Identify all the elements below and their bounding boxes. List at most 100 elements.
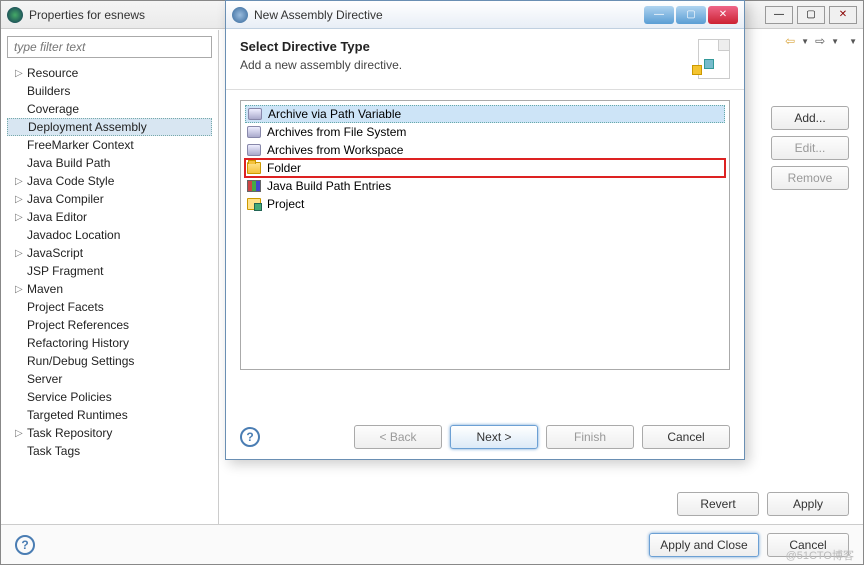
dialog-maximize-button[interactable]: ▢ [676,6,706,24]
directive-label: Folder [267,161,301,175]
tree-item-service-policies[interactable]: ▷Service Policies [7,388,212,406]
tree-item-label: Java Compiler [27,192,104,206]
tree-item-label: Builders [27,84,70,98]
close-button[interactable]: ✕ [829,6,857,24]
expand-arrow-icon: ▷ [15,284,27,295]
directive-archives-from-file-system[interactable]: Archives from File System [245,123,725,141]
eclipse-icon [232,7,248,23]
edit-button: Edit... [771,136,849,160]
expand-arrow-icon: ▷ [15,248,27,259]
directive-label: Archive via Path Variable [268,107,401,121]
expand-arrow-icon: ▷ [15,194,27,205]
dialog-close-button[interactable]: ✕ [708,6,738,24]
main-footer: ? Apply and Close Cancel [1,524,863,564]
apply-button[interactable]: Apply [767,492,849,516]
nav-arrows: ⇦▼ ⇨▼ ▼ [785,34,857,48]
left-panel: ▷Resource▷Builders▷Coverage▷Deployment A… [1,30,219,524]
tree-item-resource[interactable]: ▷Resource [7,64,212,82]
tree-item-run-debug-settings[interactable]: ▷Run/Debug Settings [7,352,212,370]
new-assembly-directive-dialog: New Assembly Directive — ▢ ✕ Select Dire… [225,0,745,460]
tree-item-jsp-fragment[interactable]: ▷JSP Fragment [7,262,212,280]
tree-item-label: Refactoring History [27,336,129,350]
tree-item-freemarker-context[interactable]: ▷FreeMarker Context [7,136,212,154]
tree-item-label: Java Build Path [27,156,110,170]
tree-item-label: Javadoc Location [27,228,120,242]
watermark: @51CTO博客 [786,547,854,563]
tree-item-label: Coverage [27,102,79,116]
jar-icon [247,144,261,156]
filter-input[interactable] [7,36,212,58]
tree-item-project-facets[interactable]: ▷Project Facets [7,298,212,316]
directive-type-list[interactable]: Archive via Path Variable Archives from F… [240,100,730,370]
tree-item-label: Maven [27,282,63,296]
jar-icon [247,126,261,138]
nav-back-icon[interactable]: ⇦ [785,34,795,48]
nav-menu-icon[interactable]: ▼ [849,37,857,46]
tree-item-server[interactable]: ▷Server [7,370,212,388]
tree-item-task-tags[interactable]: ▷Task Tags [7,442,212,460]
next-button[interactable]: Next > [450,425,538,449]
directive-folder[interactable]: Folder [245,159,725,177]
maximize-button[interactable]: ▢ [797,6,825,24]
tree-item-label: Project Facets [27,300,104,314]
nav-forward-icon[interactable]: ⇨ [815,34,825,48]
tree-item-project-references[interactable]: ▷Project References [7,316,212,334]
tree-item-builders[interactable]: ▷Builders [7,82,212,100]
tree-item-task-repository[interactable]: ▷Task Repository [7,424,212,442]
directive-archives-from-workspace[interactable]: Archives from Workspace [245,141,725,159]
folder-icon [247,162,261,174]
dialog-cancel-button[interactable]: Cancel [642,425,730,449]
help-icon[interactable]: ? [15,535,35,555]
directive-java-build-path-entries[interactable]: Java Build Path Entries [245,177,725,195]
tree-item-java-editor[interactable]: ▷Java Editor [7,208,212,226]
window-controls: — ▢ ✕ [765,6,857,24]
tree-item-java-build-path[interactable]: ▷Java Build Path [7,154,212,172]
tree-item-coverage[interactable]: ▷Coverage [7,100,212,118]
tree-item-java-code-style[interactable]: ▷Java Code Style [7,172,212,190]
directive-label: Archives from Workspace [267,143,403,157]
proj-icon [247,198,261,210]
tree-item-java-compiler[interactable]: ▷Java Compiler [7,190,212,208]
eclipse-icon [7,7,23,23]
books-icon [247,180,261,192]
directive-label: Project [267,197,304,211]
tree-item-label: Targeted Runtimes [27,408,128,422]
tree-item-javascript[interactable]: ▷JavaScript [7,244,212,262]
apply-close-button[interactable]: Apply and Close [649,533,759,557]
dialog-titlebar[interactable]: New Assembly Directive — ▢ ✕ [226,1,744,29]
add-button[interactable]: Add... [771,106,849,130]
tree-item-label: Project References [27,318,129,332]
tree-item-label: JavaScript [27,246,83,260]
dialog-subtitle: Add a new assembly directive. [240,58,402,72]
tree-item-label: Java Code Style [27,174,114,188]
tree-item-label: Resource [27,66,78,80]
directive-project[interactable]: Project [245,195,725,213]
tree-item-label: FreeMarker Context [27,138,134,152]
remove-button: Remove [771,166,849,190]
assembly-buttons: Add... Edit... Remove [771,106,849,190]
tree-item-label: Server [27,372,62,386]
dialog-help-icon[interactable]: ? [240,427,260,447]
tree-item-javadoc-location[interactable]: ▷Javadoc Location [7,226,212,244]
tree-item-label: JSP Fragment [27,264,103,278]
finish-button: Finish [546,425,634,449]
revert-button[interactable]: Revert [677,492,759,516]
tree-item-targeted-runtimes[interactable]: ▷Targeted Runtimes [7,406,212,424]
minimize-button[interactable]: — [765,6,793,24]
directive-archive-via-path-variable[interactable]: Archive via Path Variable [245,105,725,123]
tree-item-deployment-assembly[interactable]: ▷Deployment Assembly [7,118,212,136]
tree-item-label: Task Tags [27,444,80,458]
tree-item-label: Run/Debug Settings [27,354,134,368]
dialog-minimize-button[interactable]: — [644,6,674,24]
directive-label: Java Build Path Entries [267,179,391,193]
tree-item-maven[interactable]: ▷Maven [7,280,212,298]
property-tree[interactable]: ▷Resource▷Builders▷Coverage▷Deployment A… [7,64,212,460]
expand-arrow-icon: ▷ [15,212,27,223]
back-button: < Back [354,425,442,449]
tree-item-label: Task Repository [27,426,112,440]
tree-item-refactoring-history[interactable]: ▷Refactoring History [7,334,212,352]
wizard-banner-icon [690,39,730,79]
expand-arrow-icon: ▷ [15,176,27,187]
dialog-body: Archive via Path Variable Archives from F… [226,90,744,380]
dialog-footer: ? < Back Next > Finish Cancel [226,415,744,459]
